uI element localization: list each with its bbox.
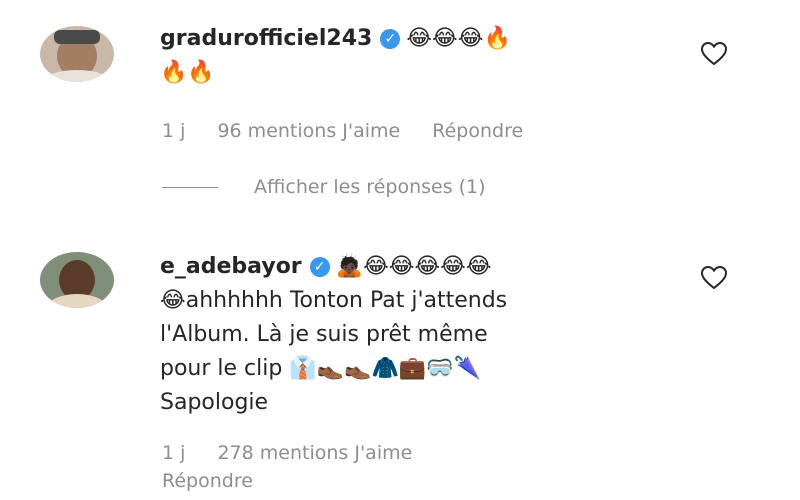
likes-count-link[interactable]: 278 mentions J'aime <box>217 442 412 464</box>
comment-text-line: pour le clip 👔👞👞🧥💼🥽🌂 <box>160 356 482 381</box>
comment-item: gradurofficiel243 ✓ 😂😂😂🔥 🔥🔥 1 j 96 mention… <box>0 0 800 230</box>
comment-username[interactable]: gradurofficiel243 <box>160 26 372 51</box>
replies-divider <box>162 186 218 188</box>
view-replies-label: Afficher les réponses (1) <box>254 176 486 198</box>
comment-time: 1 j <box>162 120 186 142</box>
avatar[interactable] <box>40 26 114 82</box>
comment-text-line: Sapologie <box>160 390 269 415</box>
comment-time: 1 j <box>162 442 186 464</box>
comment-emojis-line2: 🔥🔥 <box>160 60 215 85</box>
comment-text-line: 😂ahhhhhh Tonton Pat j'attends <box>160 288 508 313</box>
comment-body: gradurofficiel243 ✓ 😂😂😂🔥 🔥🔥 <box>160 22 511 90</box>
comment-item: e_adebayor ✓ 🙇🏿😂😂😂😂😂 😂ahhhhhh Tonton Pat j… <box>0 230 800 500</box>
comment-emojis: 😂😂😂🔥 <box>406 26 511 51</box>
reply-button[interactable]: Répondre <box>162 470 253 492</box>
verified-badge-icon: ✓ <box>309 257 330 277</box>
comment-emojis: 🙇🏿😂😂😂😂😂 <box>335 254 492 279</box>
avatar[interactable] <box>40 252 114 308</box>
reply-button[interactable]: Répondre <box>432 120 523 142</box>
likes-count-link[interactable]: 96 mentions J'aime <box>217 120 400 142</box>
comment-meta: 1 j 278 mentions J'aime <box>162 442 438 464</box>
view-replies-button[interactable]: Afficher les réponses (1) <box>162 176 486 198</box>
heart-outline-icon[interactable] <box>701 266 727 290</box>
comment-body: e_adebayor ✓ 🙇🏿😂😂😂😂😂 😂ahhhhhh Tonton Pat j… <box>160 250 507 420</box>
verified-badge-icon: ✓ <box>380 29 401 49</box>
heart-outline-icon[interactable] <box>701 42 727 66</box>
comment-meta: 1 j 96 mentions J'aime Répondre <box>162 120 549 142</box>
comment-text-line: l'Album. Là je suis prêt même <box>160 322 488 347</box>
comment-username[interactable]: e_adebayor <box>160 254 302 279</box>
